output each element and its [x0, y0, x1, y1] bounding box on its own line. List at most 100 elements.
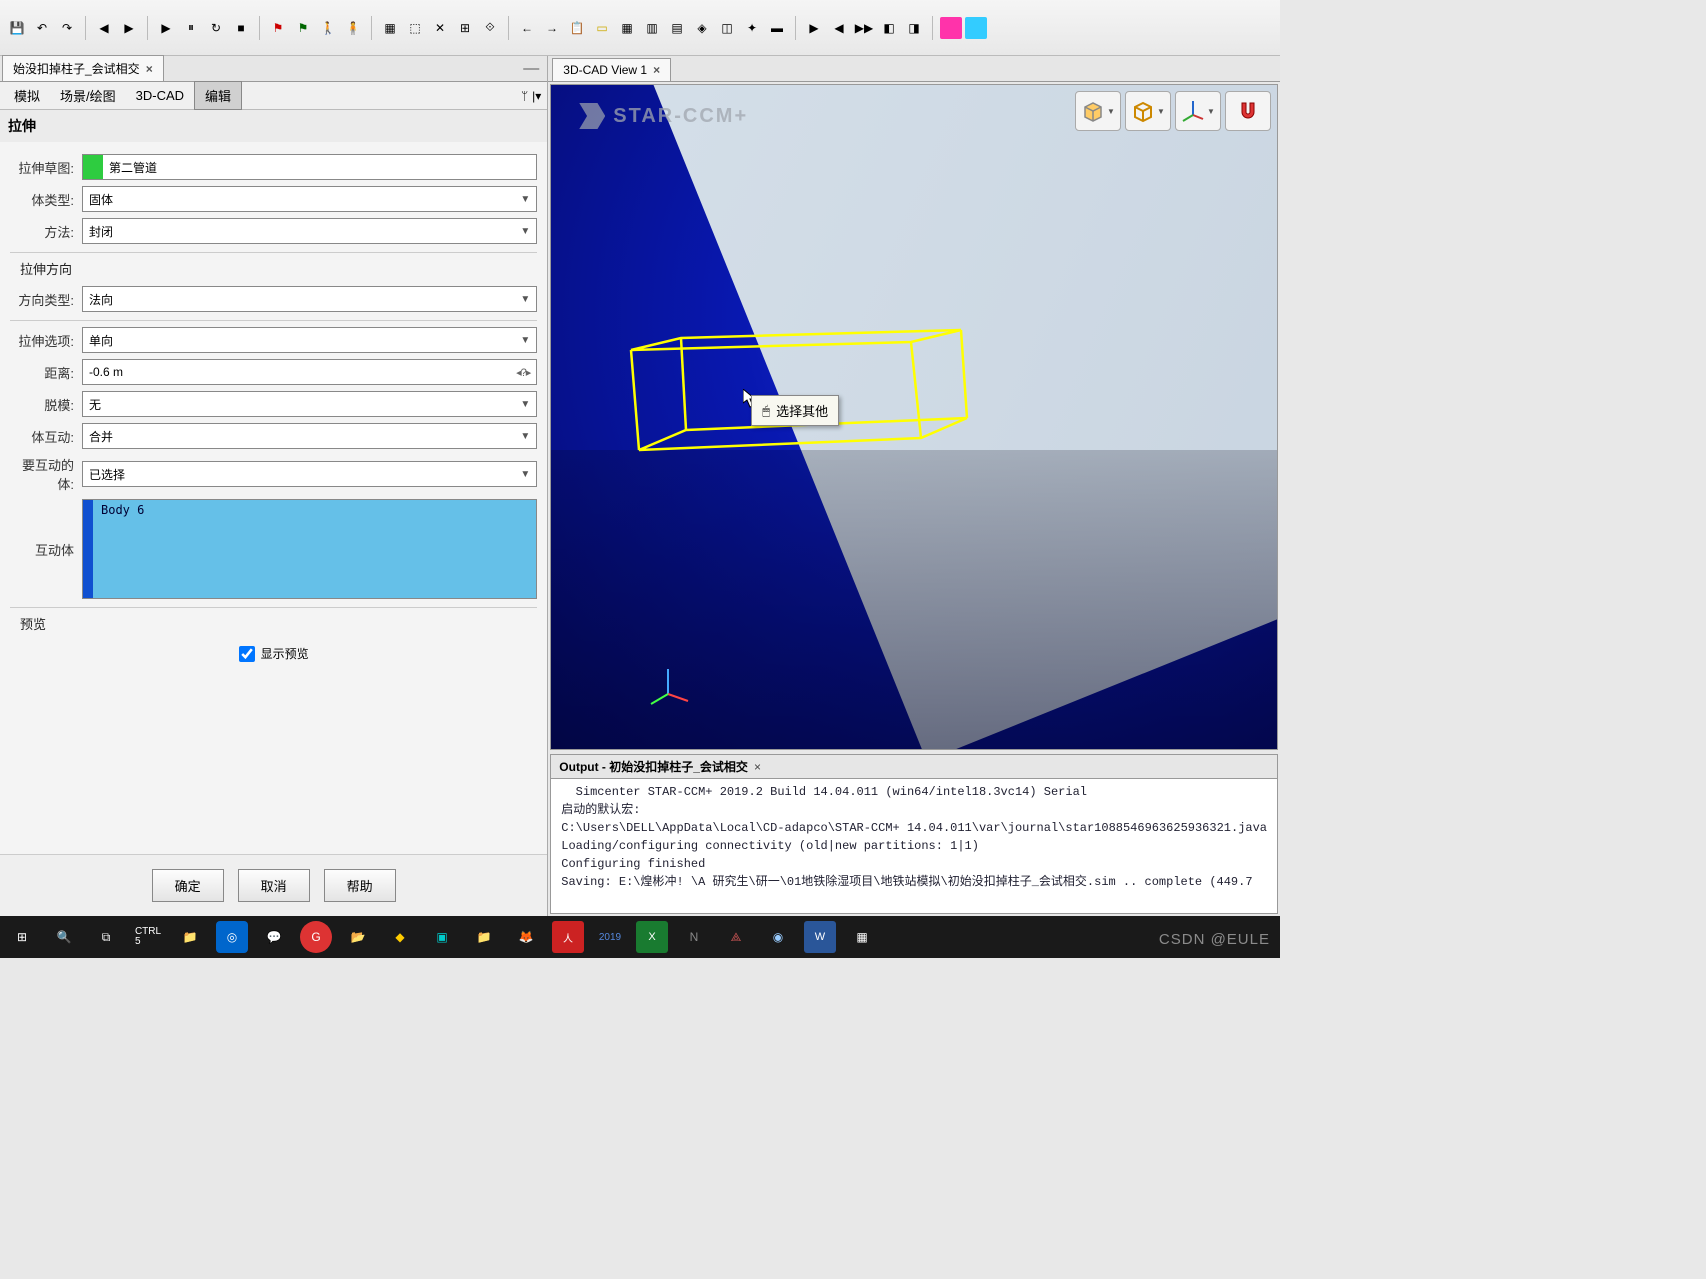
tree-icon[interactable]: ᛘ [521, 89, 528, 103]
interactbody-dropdown[interactable]: 已选择 ▼ [82, 461, 537, 487]
toolbar-render-icon[interactable]: ▭ [591, 17, 613, 39]
interaction-value: 合并 [89, 428, 113, 445]
bodytype-dropdown[interactable]: 固体 ▼ [82, 186, 537, 212]
task-cyan[interactable]: ▣ [426, 921, 458, 953]
distance-input[interactable]: -0.6 m ◂?▸ [82, 359, 537, 385]
taskview-icon[interactable]: ⧉ [90, 921, 122, 953]
toolbar-stop-icon[interactable]: ■ [230, 17, 252, 39]
interaction-body-list[interactable]: Body 6 [82, 499, 537, 599]
task-explorer2[interactable]: 📁 [468, 921, 500, 953]
task-app-1[interactable]: 📁 [174, 921, 206, 953]
toolbar-grid3-icon[interactable]: ▤ [666, 17, 688, 39]
distance-suffix[interactable]: ◂?▸ [516, 366, 530, 379]
toolbar-tri1-icon[interactable]: ▶ [803, 17, 825, 39]
method-dropdown[interactable]: 封闭 ▼ [82, 218, 537, 244]
close-icon[interactable]: × [653, 63, 660, 77]
toolbar-grid2-icon[interactable]: ▥ [641, 17, 663, 39]
context-menu-icon: 🖱 [762, 403, 770, 419]
toolbar-undo-icon[interactable]: ↶ [31, 17, 53, 39]
minimize-icon[interactable]: — [523, 60, 539, 78]
toolbar-tri2-icon[interactable]: ◀ [828, 17, 850, 39]
task-notes[interactable]: N [678, 921, 710, 953]
toolbar-cubeoff-icon[interactable]: ◈ [691, 17, 713, 39]
task-wechat[interactable]: 💬 [258, 921, 290, 953]
toolbar-step-icon[interactable]: ↻ [205, 17, 227, 39]
toolbar-redo-icon[interactable]: ↷ [56, 17, 78, 39]
task-excel[interactable]: X [636, 921, 668, 953]
view-axes-icon[interactable]: ▼ [1175, 91, 1221, 131]
close-icon[interactable]: × [146, 62, 153, 76]
task-yellow[interactable]: ◆ [384, 921, 416, 953]
toolbar-navprev-icon[interactable]: ← [516, 17, 538, 39]
toolbar-person-icon[interactable]: 🚶 [317, 17, 339, 39]
list-item[interactable]: Body 6 [95, 500, 536, 520]
toolbar-navnext-icon[interactable]: → [541, 17, 563, 39]
software-watermark: STAR-CCM+ [579, 103, 748, 129]
draft-dropdown[interactable]: 无 ▼ [82, 391, 537, 417]
toolbar-slice-icon[interactable]: ◫ [716, 17, 738, 39]
dirtype-dropdown[interactable]: 法向 ▼ [82, 286, 537, 312]
view-tab[interactable]: 3D-CAD View 1 × [552, 58, 671, 81]
view-cube-icon[interactable]: ▼ [1075, 91, 1121, 131]
toolbar-triad-icon[interactable]: ✦ [741, 17, 763, 39]
scrollbar[interactable] [83, 500, 93, 598]
properties-panel: 始没扣掉柱子_会试相交 × — 模拟 场景/绘图 3D-CAD 编辑 ᛘ |▾ … [0, 56, 548, 916]
preview-checkbox[interactable] [239, 646, 255, 662]
task-music[interactable]: G [300, 921, 332, 953]
toolbar-tri3-icon[interactable]: ▶▶ [853, 17, 875, 39]
selection-wireframe[interactable] [631, 330, 971, 450]
toolbar-play-icon[interactable]: ▶ [155, 17, 177, 39]
toolbar-region-icon[interactable]: ⬚ [404, 17, 426, 39]
subtab-simulate[interactable]: 模拟 [4, 82, 50, 109]
task-app-2[interactable]: ◎ [216, 921, 248, 953]
toolbar-sel1-icon[interactable] [940, 17, 962, 39]
context-menu[interactable]: 🖱 选择其他 [751, 395, 839, 426]
toolbar-flag-icon[interactable]: ⚑ [267, 17, 289, 39]
doc-tab[interactable]: 始没扣掉柱子_会试相交 × [2, 55, 164, 81]
output-body[interactable]: Simcenter STAR-CCM+ 2019.2 Build 14.04.0… [551, 779, 1277, 913]
toolbar-grid-icon[interactable]: ▦ [616, 17, 638, 39]
subtab-scene[interactable]: 场景/绘图 [50, 82, 126, 109]
view-orient-icon[interactable]: ▼ [1125, 91, 1171, 131]
toolbar-cross-icon[interactable]: ✕ [429, 17, 451, 39]
toolbar-mesh-icon[interactable]: ⊞ [454, 17, 476, 39]
view-magnet-icon[interactable] [1225, 91, 1271, 131]
subtab-3dcad[interactable]: 3D-CAD [126, 84, 194, 107]
start-button[interactable]: ⊞ [6, 921, 38, 953]
toolbar-copy-icon[interactable]: 📋 [566, 17, 588, 39]
toolbar-cube2-icon[interactable]: ◨ [903, 17, 925, 39]
task-cad[interactable]: ⟁ [720, 921, 752, 953]
chevron-down-icon: ▼ [520, 194, 530, 205]
toolbar-pause2-icon[interactable]: ⏸ [180, 17, 202, 39]
options-dropdown[interactable]: 单向 ▼ [82, 327, 537, 353]
toolbar-palette-icon[interactable]: ▬ [766, 17, 788, 39]
task-misc1[interactable]: ◉ [762, 921, 794, 953]
task-misc2[interactable]: ▦ [846, 921, 878, 953]
toolbar-stand-icon[interactable]: 🧍 [342, 17, 364, 39]
task-starccm[interactable]: 2019 [594, 921, 626, 953]
interaction-dropdown[interactable]: 合并 ▼ [82, 423, 537, 449]
context-menu-label: 选择其他 [776, 401, 828, 420]
toolbar-sel2-icon[interactable] [965, 17, 987, 39]
3d-viewport[interactable]: STAR-CCM+ [551, 85, 1277, 749]
search-icon[interactable]: 🔍 [48, 921, 80, 953]
sketch-input[interactable]: 第二管道 [82, 154, 537, 180]
toolbar-next-icon[interactable]: ▶ [118, 17, 140, 39]
help-button[interactable]: 帮助 [324, 869, 396, 902]
toolbar-cube1-icon[interactable]: ◧ [878, 17, 900, 39]
subtab-edit[interactable]: 编辑 [194, 81, 242, 110]
toolbar-box-icon[interactable]: ▦ [379, 17, 401, 39]
cancel-button[interactable]: 取消 [238, 869, 310, 902]
close-icon[interactable]: × [754, 760, 761, 774]
tree-dropdown-icon[interactable]: |▾ [532, 89, 541, 103]
ok-button[interactable]: 确定 [152, 869, 224, 902]
task-explorer[interactable]: 📂 [342, 921, 374, 953]
ime-icon[interactable]: CTRL5 [132, 921, 164, 953]
task-word[interactable]: W [804, 921, 836, 953]
task-firefox[interactable]: 🦊 [510, 921, 542, 953]
toolbar-save-icon[interactable]: 💾 [6, 17, 28, 39]
task-pdf[interactable]: 人 [552, 921, 584, 953]
toolbar-link-icon[interactable]: ⟐ [479, 17, 501, 39]
toolbar-prev-icon[interactable]: ◀ [93, 17, 115, 39]
toolbar-flag2-icon[interactable]: ⚑ [292, 17, 314, 39]
